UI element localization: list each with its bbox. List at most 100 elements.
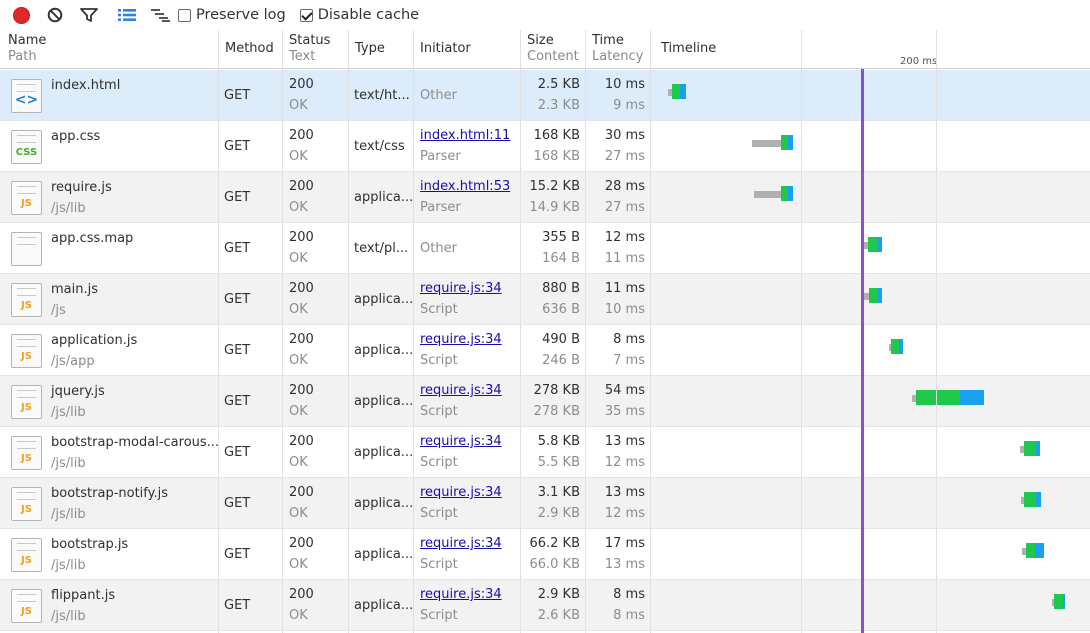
clear-icon	[47, 7, 63, 23]
disable-cache-checkbox[interactable]	[299, 8, 313, 22]
request-row[interactable]: JS bootstrap-modal-carous.../js/lib GET 200…	[0, 427, 1090, 478]
content-size: 168 KB	[533, 149, 580, 164]
waterfall-bar[interactable]	[0, 390, 1090, 405]
waterfall-segment	[1063, 594, 1065, 609]
clear-button[interactable]	[42, 2, 68, 28]
waterfall-segment	[1036, 492, 1041, 507]
request-row[interactable]: JS application.js/js/app GET 200 OK applica..…	[0, 325, 1090, 376]
initiator-type: Parser	[420, 200, 461, 215]
waterfall-segment	[754, 191, 781, 198]
status-text: OK	[289, 200, 308, 215]
timeline-gridline	[936, 30, 937, 633]
requests-table-header: Name Path Method Status Text Type Initia…	[0, 30, 1090, 69]
status-text: OK	[289, 353, 308, 368]
content-size: 246 B	[542, 353, 580, 368]
request-path: /js/lib	[51, 456, 86, 471]
request-row[interactable]: <> index.html GET 200 OK text/ht... Other 2.5 K…	[0, 70, 1090, 121]
request-latency: 11 ms	[604, 251, 645, 266]
waterfall-bar[interactable]	[0, 441, 1090, 456]
request-row[interactable]: JS bootstrap.js/js/lib GET 200 OK applica... r…	[0, 529, 1090, 580]
load-event-marker	[861, 69, 864, 633]
request-path: /js/app	[51, 354, 95, 369]
request-row[interactable]: JS main.js/js GET 200 OK applica... require.js…	[0, 274, 1090, 325]
column-header-size[interactable]: Size	[527, 33, 554, 49]
waterfall-overview-icon	[151, 9, 170, 22]
waterfall-bar[interactable]	[0, 492, 1090, 507]
preserve-log-label: Preserve log	[196, 7, 286, 23]
status-text: OK	[289, 302, 308, 317]
request-latency: 27 ms	[604, 149, 645, 164]
content-size: 636 B	[542, 302, 580, 317]
column-header-initiator[interactable]: Initiator	[420, 41, 471, 57]
content-size: 14.9 KB	[529, 200, 580, 215]
initiator-type: Script	[420, 302, 458, 317]
waterfall-segment	[869, 288, 878, 303]
large-rows-button[interactable]	[114, 2, 140, 28]
waterfall-segment	[1024, 441, 1036, 456]
waterfall-bar[interactable]	[0, 288, 1090, 303]
column-divider	[218, 30, 219, 633]
column-header-type[interactable]: Type	[355, 41, 385, 57]
content-size: 2.6 KB	[537, 608, 580, 623]
waterfall-segment	[916, 390, 960, 405]
waterfall-segment	[868, 237, 878, 252]
waterfall-bar[interactable]	[0, 543, 1090, 558]
column-header-content[interactable]: Content	[527, 49, 579, 65]
column-divider	[520, 30, 521, 633]
request-row[interactable]: JS flippant.js/js/lib GET 200 OK applica... re…	[0, 580, 1090, 631]
initiator-type: Script	[420, 455, 458, 470]
overview-button[interactable]	[148, 2, 174, 28]
waterfall-bar[interactable]	[0, 135, 1090, 150]
waterfall-segment	[899, 339, 903, 354]
initiator-type: Script	[420, 506, 458, 521]
column-header-status-text[interactable]: Text	[289, 49, 315, 65]
waterfall-bar[interactable]	[0, 237, 1090, 252]
disable-cache-label: Disable cache	[317, 7, 420, 23]
column-header-timeline[interactable]: Timeline	[661, 41, 716, 57]
waterfall-segment	[891, 339, 899, 354]
column-divider	[585, 30, 586, 633]
request-latency: 9 ms	[613, 98, 645, 113]
status-text: OK	[289, 404, 308, 419]
column-header-status[interactable]: Status	[289, 33, 330, 49]
request-path: /js/lib	[51, 405, 86, 420]
request-path: /js/lib	[51, 507, 86, 522]
initiator-type: Parser	[420, 149, 461, 164]
request-row[interactable]: JS jquery.js/js/lib GET 200 OK applica... requ…	[0, 376, 1090, 427]
content-size: 164 B	[542, 251, 580, 266]
request-row[interactable]: JS bootstrap-notify.js/js/lib GET 200 OK appl…	[0, 478, 1090, 529]
preserve-log-checkbox[interactable]	[178, 8, 191, 22]
preserve-log-option[interactable]: Preserve log	[178, 7, 286, 23]
column-header-latency[interactable]: Latency	[592, 49, 643, 65]
content-size: 2.9 KB	[537, 506, 580, 521]
disable-cache-option[interactable]: Disable cache	[299, 7, 420, 23]
filter-button[interactable]	[76, 2, 102, 28]
request-row[interactable]: CSS app.css GET 200 OK text/css index.html:11 P…	[0, 121, 1090, 172]
request-latency: 27 ms	[604, 200, 645, 215]
status-text: OK	[289, 149, 308, 164]
initiator-type: Script	[420, 557, 458, 572]
initiator-type: Script	[420, 404, 458, 419]
waterfall-bar[interactable]	[0, 186, 1090, 201]
request-latency: 12 ms	[604, 455, 645, 470]
request-latency: 7 ms	[613, 353, 645, 368]
request-row[interactable]: app.css.map GET 200 OK text/pl... Other 355 B1…	[0, 223, 1090, 274]
waterfall-bar[interactable]	[0, 339, 1090, 354]
waterfall-bar[interactable]	[0, 84, 1090, 99]
column-header-method[interactable]: Method	[225, 41, 274, 57]
waterfall-segment	[788, 186, 793, 201]
waterfall-bar[interactable]	[0, 594, 1090, 609]
column-header-path[interactable]: Path	[8, 49, 37, 65]
column-header-name[interactable]: Name	[8, 33, 46, 49]
status-text: OK	[289, 608, 308, 623]
initiator-type: Script	[420, 608, 458, 623]
request-row[interactable]: JS require.js/js/lib GET 200 OK applica... ind…	[0, 172, 1090, 223]
record-button[interactable]	[8, 2, 34, 28]
waterfall-segment	[1035, 543, 1044, 558]
initiator-type: Script	[420, 353, 458, 368]
content-size: 5.5 KB	[537, 455, 580, 470]
waterfall-segment	[1024, 492, 1036, 507]
content-size: 278 KB	[533, 404, 580, 419]
waterfall-segment	[878, 288, 882, 303]
column-header-time[interactable]: Time	[592, 33, 624, 49]
